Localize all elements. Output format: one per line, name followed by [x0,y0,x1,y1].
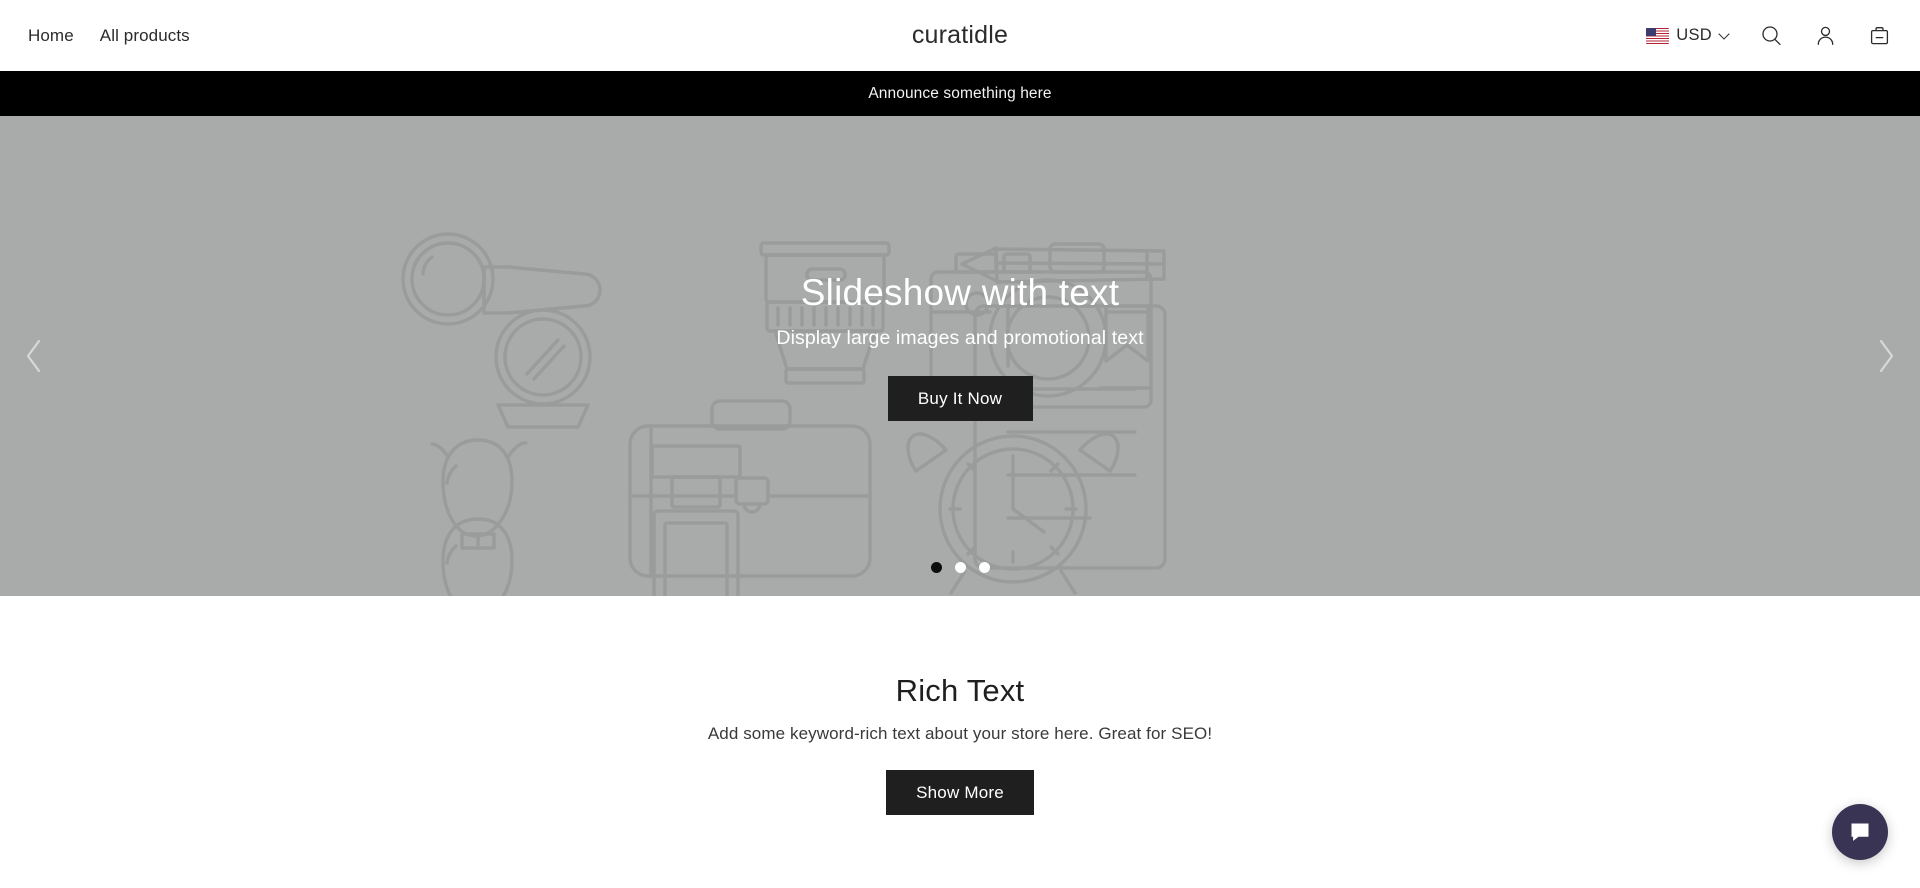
slideshow-next-button[interactable] [1858,328,1914,384]
slideshow-dot-3[interactable] [978,562,990,573]
us-flag-icon [1646,27,1670,44]
hero-subheading: Display large images and promotional tex… [776,326,1144,349]
search-icon[interactable] [1758,23,1784,49]
nav-link-all-products[interactable]: All products [100,27,190,44]
slideshow-dot-2[interactable] [954,562,966,573]
header-utilities: USD [960,23,1892,49]
primary-navigation: Home All products [28,27,960,44]
slideshow-prev-button[interactable] [6,328,62,384]
rich-text-body: Add some keyword-rich text about your st… [707,724,1213,744]
hero-cta-button[interactable]: Buy It Now [887,375,1033,421]
hero-slideshow: Slideshow with text Display large images… [0,116,1920,596]
rich-text-cta-button[interactable]: Show More [886,770,1034,816]
announcement-bar: Announce something here [0,71,1920,116]
rich-text-section: Rich Text Add some keyword-rich text abo… [0,596,1920,816]
chevron-down-icon [1719,29,1730,40]
currency-label: USD [1676,26,1712,45]
cart-icon[interactable] [1866,23,1892,49]
hero-heading: Slideshow with text [800,272,1120,314]
nav-link-home[interactable]: Home [28,27,74,44]
slideshow-pagination [0,562,1920,573]
chat-launcher-button[interactable] [1832,804,1888,860]
account-icon[interactable] [1812,23,1838,49]
site-header: Home All products curatidle USD [0,0,1920,71]
rich-text-title: Rich Text [895,673,1025,708]
hero-content: Slideshow with text Display large images… [0,116,1920,596]
currency-selector[interactable]: USD [1646,27,1730,44]
chat-bubble-icon [1848,820,1872,844]
announcement-text: Announce something here [868,84,1052,102]
slideshow-dot-1[interactable] [930,562,942,573]
